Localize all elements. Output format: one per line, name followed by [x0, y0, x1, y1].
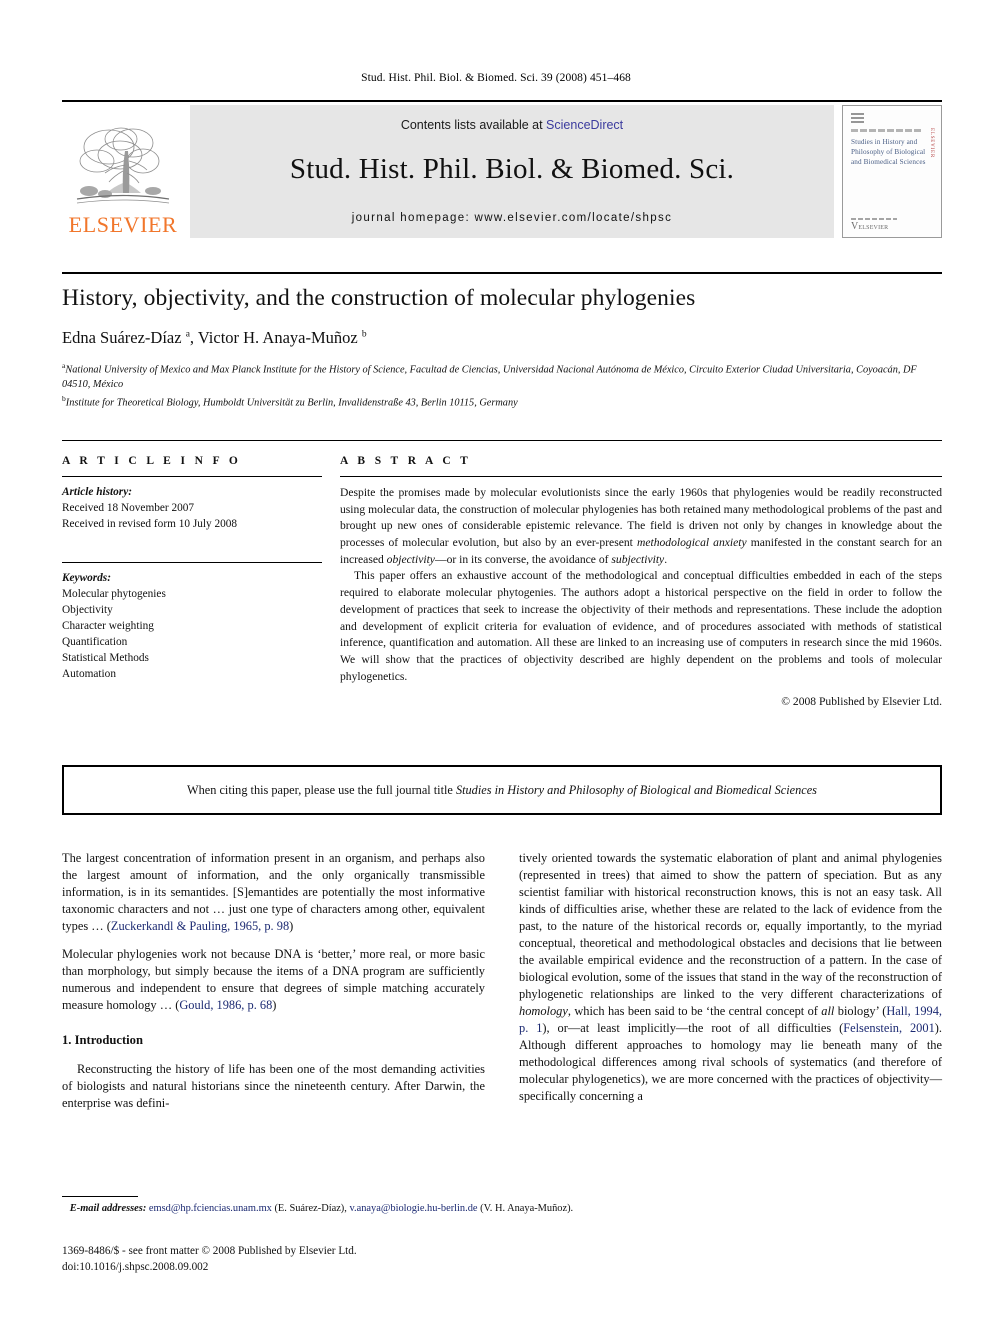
sciencedirect-link[interactable]: ScienceDirect: [546, 118, 623, 132]
abstract-p1-d: .: [664, 552, 668, 566]
email-author-1: (E. Suárez-Díaz),: [271, 1203, 350, 1214]
right-text-c: biology’ (: [834, 1003, 887, 1018]
epigraph-quote-2: Molecular phylogenies work not because D…: [62, 946, 485, 1014]
article-history-revised: Received in revised form 10 July 2008: [62, 518, 238, 531]
abstract-em-subjectivity: subjectivity: [611, 552, 665, 566]
section-heading-introduction: 1. Introduction: [62, 1032, 143, 1047]
keywords-block: Keywords: Molecular phytogenies Objectiv…: [62, 563, 322, 682]
quote2-text-b: ): [272, 997, 277, 1012]
contents-available-line: Contents lists available at ScienceDirec…: [401, 118, 623, 132]
issn-front-matter: 1369-8486/$ - see front matter © 2008 Pu…: [62, 1245, 357, 1257]
imprint-block: 1369-8486/$ - see front matter © 2008 Pu…: [62, 1243, 942, 1275]
journal-homepage-link[interactable]: journal homepage: www.elsevier.com/locat…: [352, 212, 672, 224]
body-column-left: The largest concentration of information…: [62, 850, 485, 1123]
title-divider: [62, 272, 942, 274]
abstract-em-objectivity: objectivity: [386, 552, 435, 566]
quote1-text-b: ): [289, 918, 294, 933]
keywords-label: Keywords:: [62, 572, 111, 585]
affiliation-a: aNational University of Mexico and Max P…: [62, 360, 942, 393]
keyword-item: Automation: [62, 668, 116, 681]
elsevier-logo: ELSEVIER: [62, 105, 184, 238]
abstract-em-anxiety: methodological anxiety: [636, 536, 747, 550]
email-author-2: (V. H. Anaya-Muñoz).: [477, 1203, 574, 1214]
affiliation-b: bInstitute for Theoretical Biology, Humb…: [62, 393, 942, 411]
right-text-a: tively oriented towards the systematic e…: [519, 851, 942, 1001]
intro-paragraph-continued: tively oriented towards the systematic e…: [519, 850, 942, 1105]
abstract-copyright: © 2008 Published by Elsevier Ltd.: [781, 695, 942, 709]
em-homology: homology: [519, 1003, 568, 1018]
affiliation-b-text: Institute for Theoretical Biology, Humbo…: [65, 397, 518, 409]
journal-masthead: ELSEVIER Contents lists available at Sci…: [62, 100, 942, 238]
journal-band: Contents lists available at ScienceDirec…: [190, 105, 834, 238]
title-block: History, objectivity, and the constructi…: [62, 285, 942, 412]
elsevier-wordmark: ELSEVIER: [68, 212, 178, 237]
keyword-item: Molecular phytogenies: [62, 588, 166, 601]
cover-imprint-label: ELSEVIER: [858, 225, 889, 231]
citation-felsenstein[interactable]: Felsenstein, 2001: [843, 1021, 935, 1035]
right-text-b: , which has been said to be ‘the central…: [567, 1003, 822, 1018]
cover-microtext: [851, 129, 923, 132]
abstract-column: A B S T R A C T Despite the promises mad…: [340, 455, 942, 711]
running-head: Stud. Hist. Phil. Biol. & Biomed. Sci. 3…: [361, 72, 631, 84]
abstract-p1-c: —or in its converse, the avoidance of: [434, 552, 612, 566]
doi-line: doi:10.1016/j.shpsc.2008.09.002: [62, 1261, 209, 1274]
abstract-body: Despite the promises made by molecular e…: [340, 477, 942, 711]
epigraph-quote-1: The largest concentration of information…: [62, 850, 485, 935]
info-abstract-region: A R T I C L E I N F O Article history: R…: [62, 440, 942, 711]
keyword-item: Statistical Methods: [62, 652, 149, 665]
contents-prefix: Contents lists available at: [400, 118, 547, 132]
citation-notice-prefix: When citing this paper, please use the f…: [187, 782, 456, 797]
email-link-secondary[interactable]: v.anaya@biologie.hu-berlin.de: [349, 1203, 477, 1214]
footnote-emails: E-mail addresses: emsd@hp.fciencias.unam…: [62, 1202, 942, 1217]
citation-gould[interactable]: Gould, 1986, p. 68: [179, 998, 272, 1012]
affiliation-a-text: National University of Mexico and Max Pl…: [62, 364, 917, 391]
citation-notice-text: When citing this paper, please use the f…: [187, 783, 817, 798]
affiliation-list: aNational University of Mexico and Max P…: [62, 360, 942, 412]
keyword-item: Objectivity: [62, 604, 113, 617]
paper-page: Stud. Hist. Phil. Biol. & Biomed. Sci. 3…: [0, 0, 992, 1323]
email-link-primary[interactable]: emsd@hp.fciencias.unam.mx: [149, 1203, 272, 1214]
cover-publisher-mark-icon: [851, 113, 864, 126]
citation-notice-journal: Studies in History and Philosophy of Bio…: [455, 782, 817, 797]
article-history-label: Article history:: [62, 486, 132, 498]
elsevier-tree-icon: [76, 127, 170, 204]
article-history-block: Article history: Received 18 November 20…: [62, 477, 322, 532]
keyword-item: Quantification: [62, 636, 128, 649]
article-info-heading: A R T I C L E I N F O: [62, 455, 242, 467]
body-columns: The largest concentration of information…: [62, 850, 942, 1123]
cover-bottom-rule: [851, 218, 897, 220]
body-column-right: tively oriented towards the systematic e…: [519, 850, 942, 1123]
right-text-d: ), or—at least implicitly—the root of al…: [542, 1020, 844, 1035]
citation-notice-box: When citing this paper, please use the f…: [62, 765, 942, 815]
email-label: E-mail addresses:: [69, 1203, 147, 1214]
cover-title: Studies in History and Philosophy of Bio…: [851, 138, 926, 167]
keyword-item: Character weighting: [62, 620, 154, 633]
abstract-paragraph-1: Despite the promises made by molecular e…: [340, 485, 942, 568]
journal-title: Stud. Hist. Phil. Biol. & Biomed. Sci.: [289, 153, 735, 185]
article-info-column: A R T I C L E I N F O Article history: R…: [62, 455, 340, 711]
journal-cover-thumbnail: Studies in History and Philosophy of Bio…: [842, 105, 942, 238]
page-title: History, objectivity, and the constructi…: [62, 285, 696, 311]
em-all: all: [821, 1003, 835, 1018]
cover-imprint: VELSEVIER: [851, 221, 889, 232]
author-list: Edna Suárez-Díaz a, Victor H. Anaya-Muño…: [62, 328, 367, 348]
abstract-heading: A B S T R A C T: [340, 455, 472, 467]
cover-spine-text: ELSEVIER: [929, 128, 934, 159]
article-history-received: Received 18 November 2007: [62, 502, 195, 515]
intro-paragraph-1: Reconstructing the history of life has b…: [62, 1061, 485, 1110]
footnote-separator: [62, 1196, 138, 1197]
citation-zuckerkandl-pauling[interactable]: Zuckerkandl & Pauling, 1965, p. 98: [111, 919, 289, 933]
abstract-paragraph-2: This paper offers an exhaustive account …: [340, 569, 942, 683]
